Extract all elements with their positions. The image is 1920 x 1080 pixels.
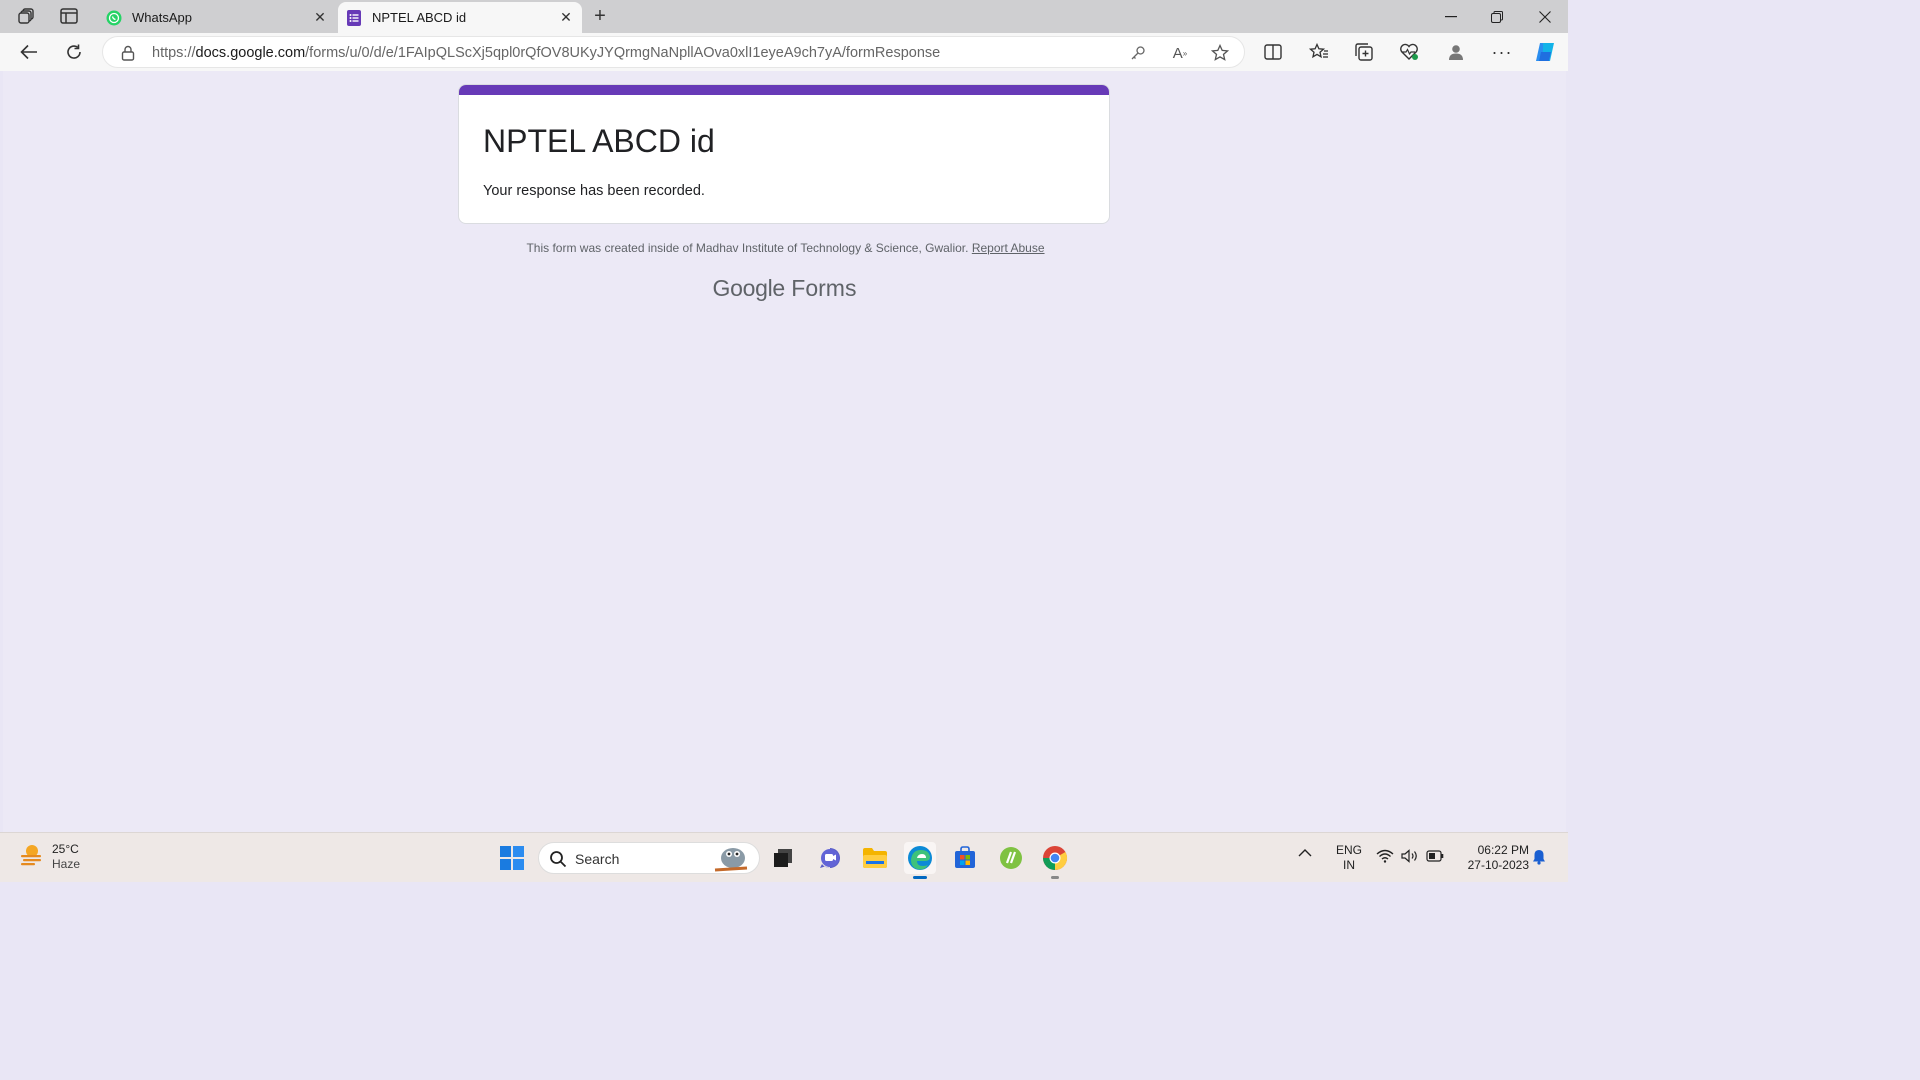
workspaces-icon[interactable] [15,5,39,27]
split-screen-icon[interactable] [1260,40,1286,64]
web-page: NPTEL ABCD id Your response has been rec… [3,71,1566,832]
taskbar-search[interactable]: Search [538,842,760,874]
active-app-indicator [913,876,927,879]
back-arrow-icon[interactable] [16,40,42,64]
volume-icon[interactable] [1401,849,1419,867]
forms-wordmark: Forms [791,275,857,301]
whatsapp-icon [106,10,122,26]
google-forms-logo[interactable]: Google Forms [3,275,1566,302]
browser-essentials-icon[interactable] [1396,40,1422,64]
edge-browser-icon[interactable] [904,842,936,879]
close-tab-icon[interactable]: ✕ [556,8,576,28]
haze-weather-icon [18,841,44,872]
language-indicator[interactable]: ENG IN [1334,843,1364,873]
region-code: IN [1343,858,1355,872]
confirmation-message: Your response has been recorded. [483,183,705,199]
search-label: Search [575,851,620,867]
report-abuse-link[interactable]: Report Abuse [972,241,1045,255]
url-text[interactable]: https://docs.google.com/forms/u/0/d/e/1F… [152,45,940,61]
windows-taskbar: 25°C Haze Search ENG IN 06:22 PM 27-10-2… [0,832,1568,882]
battery-icon[interactable] [1426,850,1444,866]
minimize-icon[interactable] [1428,0,1474,33]
language-code: ENG [1335,843,1362,857]
notification-bell-icon[interactable] [1532,849,1546,869]
google-forms-icon [346,9,362,26]
form-title: NPTEL ABCD id [483,123,715,159]
clock-time: 06:22 PM [1477,843,1529,857]
more-options-icon[interactable]: ··· [1489,40,1515,64]
show-hidden-icons-chevron-icon[interactable] [1298,847,1312,862]
tab-nptel-form[interactable]: NPTEL ABCD id ✕ [338,2,582,33]
clock[interactable]: 06:22 PM 27-10-2023 [1455,843,1529,873]
copilot-icon[interactable] [1532,40,1558,64]
close-tab-icon[interactable]: ✕ [310,8,330,28]
form-footer-note: This form was created inside of Madhav I… [3,241,1566,255]
collections-icon[interactable] [1351,40,1377,64]
form-confirmation-card: NPTEL ABCD id Your response has been rec… [458,84,1110,224]
restore-icon[interactable] [1474,0,1520,33]
windows-start-icon[interactable] [496,842,528,874]
form-accent-band [459,85,1109,95]
browser-toolbar: https://docs.google.com/forms/u/0/d/e/1F… [0,33,1568,71]
chrome-icon[interactable] [1039,842,1071,879]
running-app-indicator [1051,876,1059,879]
refresh-icon[interactable] [61,40,87,64]
organization-note: This form was created inside of Madhav I… [526,241,969,255]
address-bar[interactable]: https://docs.google.com/forms/u/0/d/e/1F… [102,36,1245,68]
tab-title: NPTEL ABCD id [372,10,467,25]
task-view-icon[interactable] [767,842,799,874]
tab-whatsapp[interactable]: WhatsApp ✕ [98,2,336,33]
teams-chat-icon[interactable] [814,842,846,874]
favorite-star-icon[interactable] [1209,43,1231,63]
new-tab-plus-icon[interactable]: + [588,5,612,27]
weather-condition: Haze [52,856,81,871]
microsoft-store-icon[interactable] [949,842,981,874]
weather-widget[interactable]: 25°C Haze [18,841,80,872]
search-highlight-icon [711,844,751,879]
wifi-icon[interactable] [1376,849,1394,867]
read-aloud-icon[interactable]: A» [1169,43,1191,63]
favorites-icon[interactable] [1306,40,1332,64]
tab-actions-icon[interactable] [57,5,81,27]
close-window-icon[interactable] [1522,0,1568,33]
search-icon [549,850,567,873]
tab-title: WhatsApp [132,10,192,25]
key-icon[interactable] [1127,43,1149,63]
google-wordmark: Google [712,275,786,301]
lock-icon[interactable] [121,45,135,66]
tab-strip: WhatsApp ✕ NPTEL ABCD id ✕ + [0,0,1568,33]
file-explorer-icon[interactable] [859,842,891,874]
green-app-icon[interactable] [995,842,1027,874]
profile-icon[interactable] [1443,40,1469,64]
weather-temperature: 25°C [52,841,79,856]
clock-date: 27-10-2023 [1467,858,1529,872]
